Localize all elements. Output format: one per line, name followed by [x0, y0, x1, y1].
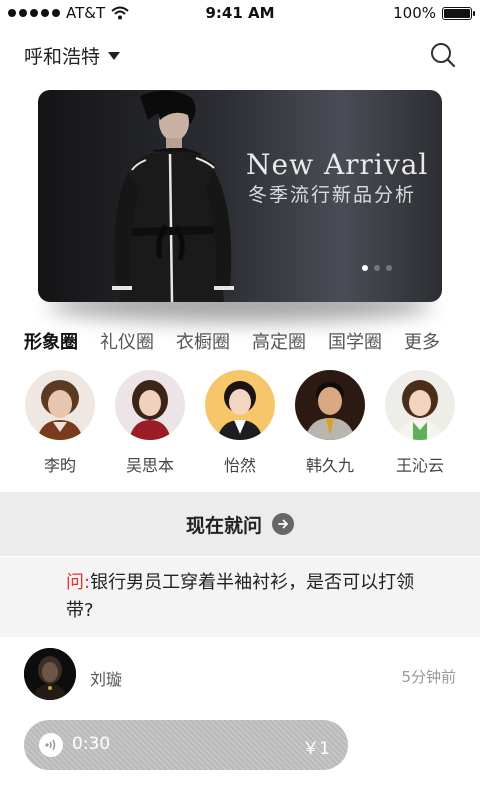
question-text-block: 问:银行男员工穿着半袖衬衫，是否可以打领带? — [66, 569, 436, 625]
tab-etiquette-circle[interactable]: 礼仪圈 — [100, 328, 154, 356]
avatar — [385, 370, 455, 440]
expert-name: 怡然 — [223, 456, 256, 475]
sound-wave-icon — [39, 733, 63, 757]
expert-name: 吴思本 — [125, 456, 174, 475]
expert-name: 王沁云 — [395, 456, 444, 475]
city-selector[interactable]: 呼和浩特 — [24, 42, 121, 69]
ask-now-button[interactable]: 现在就问 — [0, 492, 480, 556]
top-bar: 呼和浩特 — [0, 28, 480, 82]
expert-card[interactable]: 吴思本 — [110, 370, 190, 476]
status-bar: AT&T 9:41 AM 100% — [0, 0, 480, 28]
battery-icon — [442, 6, 475, 20]
expert-name: 韩久九 — [305, 456, 354, 475]
caret-down-icon — [108, 51, 121, 60]
promo-banner[interactable]: New Arrival 冬季流行新品分析 — [38, 90, 442, 302]
answerer-name: 刘璇 — [90, 670, 123, 689]
pager-dot — [362, 265, 368, 271]
avatar — [295, 370, 365, 440]
audio-answer-player[interactable]: 0:30 ￥1 — [24, 720, 348, 770]
banner-pager — [362, 265, 392, 271]
pager-dot — [386, 265, 392, 271]
arrow-right-icon — [272, 513, 294, 535]
tab-wardrobe-circle[interactable]: 衣橱圈 — [176, 328, 230, 356]
banner-subtitle: 冬季流行新品分析 — [248, 184, 417, 206]
answerer-avatar[interactable] — [24, 648, 76, 700]
audio-price: ￥1 — [302, 739, 330, 759]
question-prefix: 问: — [66, 572, 91, 593]
experts-row: 李昀 吴思本 怡然 韩久九 王沁云 — [0, 370, 480, 480]
answer-card: 刘璇 5分钟前 0:30 ￥1 — [0, 638, 480, 800]
expert-card[interactable]: 韩久九 — [290, 370, 370, 476]
expert-card[interactable]: 怡然 — [200, 370, 280, 476]
expert-card[interactable]: 王沁云 — [380, 370, 460, 476]
tab-more[interactable]: 更多 — [404, 328, 440, 356]
banner-title: New Arrival — [246, 148, 429, 181]
category-tabs: 形象圈 礼仪圈 衣橱圈 高定圈 国学圈 更多 — [24, 328, 464, 356]
banner-model-image — [112, 90, 234, 302]
audio-duration: 0:30 — [72, 734, 111, 754]
avatar — [115, 370, 185, 440]
question-text: 银行男员工穿着半袖衬衫，是否可以打领带? — [66, 572, 415, 621]
search-icon[interactable] — [428, 40, 458, 70]
status-right: 100% — [393, 4, 475, 22]
ask-now-label: 现在就问 — [185, 514, 262, 537]
question-card[interactable]: 问:银行男员工穿着半袖衬衫，是否可以打领带? — [0, 557, 480, 637]
expert-card[interactable]: 李昀 — [20, 370, 100, 476]
expert-name: 李昀 — [43, 456, 76, 475]
answer-timestamp: 5分钟前 — [401, 668, 456, 686]
avatar — [25, 370, 95, 440]
tab-couture-circle[interactable]: 高定圈 — [252, 328, 306, 356]
city-label: 呼和浩特 — [24, 46, 101, 68]
avatar — [205, 370, 275, 440]
battery-percent: 100% — [393, 4, 436, 22]
tab-guoxue-circle[interactable]: 国学圈 — [328, 328, 382, 356]
pager-dot — [374, 265, 380, 271]
tab-image-circle[interactable]: 形象圈 — [24, 328, 78, 356]
